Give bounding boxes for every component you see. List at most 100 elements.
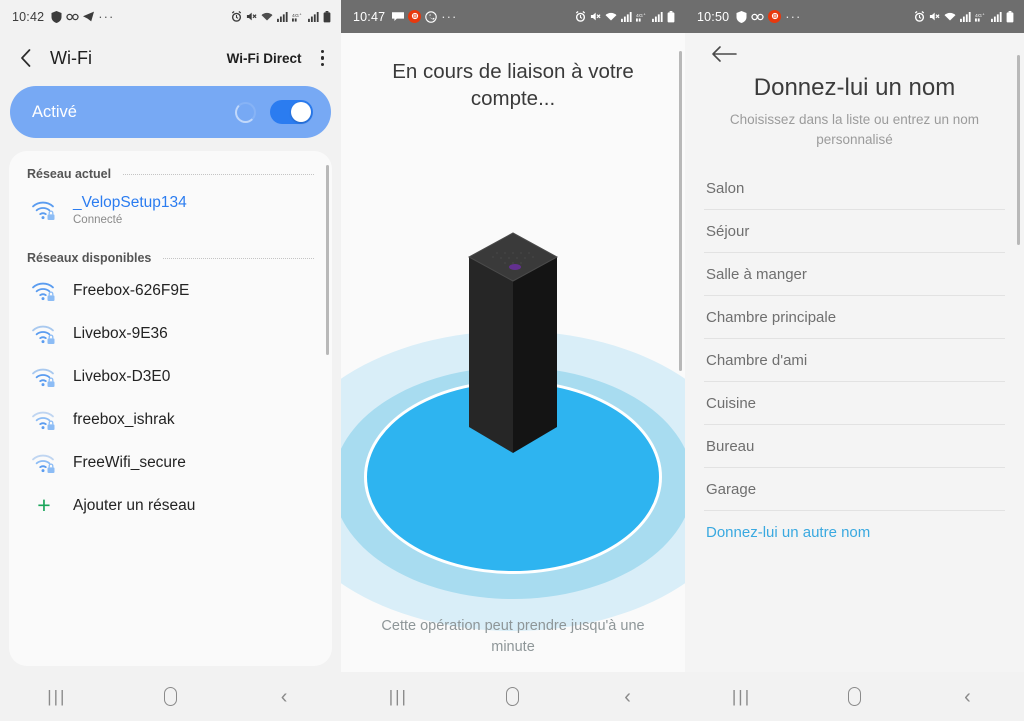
wifi-toggle-card[interactable]: Activé <box>10 86 331 138</box>
list-item[interactable]: FreeWifi_secure <box>9 441 332 484</box>
list-item[interactable]: _VelopSetup134 Connecté <box>9 185 332 235</box>
scrollbar-panel1[interactable] <box>326 165 329 355</box>
navbar-panel1: ||| ‹ <box>0 672 341 721</box>
status-time: 10:50 <box>697 9 730 24</box>
section-header-available: Réseaux disponibles <box>9 235 332 269</box>
section-header-current: Réseau actuel <box>9 151 332 185</box>
custom-name-link[interactable]: Donnez-lui un autre nom <box>704 511 1005 553</box>
back-button[interactable] <box>14 47 36 69</box>
room-name-list: Salon Séjour Salle à manger Chambre prin… <box>704 167 1005 553</box>
link-icon <box>66 12 79 22</box>
alert-badge-icon <box>768 9 782 24</box>
whatsapp-icon <box>425 10 438 23</box>
add-network-label: Ajouter un réseau <box>73 496 196 514</box>
network-list-card: Réseau actuel _VelopSetup134 Connecté Ré… <box>9 151 332 666</box>
overflow-menu-icon[interactable] <box>316 46 330 71</box>
wifi-switch[interactable] <box>270 100 313 124</box>
router-tower-icon <box>467 232 559 453</box>
name-it-body: Donnez-lui un nom Choisissez dans la lis… <box>685 33 1024 721</box>
message-icon <box>392 11 405 22</box>
section-title: Réseaux disponibles <box>27 251 152 265</box>
link-icon <box>751 12 764 22</box>
back-arrow-button[interactable] <box>685 33 1024 68</box>
section-rule <box>123 173 314 175</box>
recents-button[interactable]: ||| <box>712 672 772 721</box>
svg-text:+: + <box>982 12 984 16</box>
list-item[interactable]: Freebox-626F9E <box>9 269 332 312</box>
list-item[interactable]: Livebox-9E36 <box>9 312 332 355</box>
plus-icon: + <box>37 492 51 518</box>
wifi-lock-icon <box>27 452 61 474</box>
back-button[interactable]: ‹ <box>254 672 314 721</box>
wifi-header: Wi-Fi Wi-Fi Direct <box>0 33 341 83</box>
signal2-icon <box>991 11 1002 22</box>
shield-icon <box>51 10 62 23</box>
network-4g-icon: 4G + <box>975 11 987 22</box>
back-icon: ‹ <box>964 685 971 708</box>
page-title: Wi-Fi <box>50 47 92 68</box>
alarm-icon <box>575 11 586 22</box>
home-icon <box>506 687 520 706</box>
phone-screen-wifi-settings: 10:42 ··· 4G + Wi-Fi Wi-Fi Direct Activé… <box>0 0 341 721</box>
wifi-lock-icon <box>27 409 61 431</box>
list-item[interactable]: Salon <box>704 167 1005 210</box>
network-name: Livebox-9E36 <box>73 324 168 342</box>
wifi-lock-icon <box>27 366 61 388</box>
home-button[interactable] <box>483 672 543 721</box>
statusbar-panel2: 10:47 ··· 4G + <box>341 0 685 33</box>
recents-icon: ||| <box>731 686 752 706</box>
svg-text:+: + <box>643 12 645 16</box>
navbar-panel2: ||| ‹ <box>341 672 685 721</box>
list-item[interactable]: Salle à manger <box>704 253 1005 296</box>
list-item[interactable]: freebox_ishrak <box>9 398 332 441</box>
list-item[interactable]: Bureau <box>704 425 1005 468</box>
wifi-lock-icon <box>27 199 61 221</box>
home-button[interactable] <box>825 672 885 721</box>
signal-icon <box>277 11 288 22</box>
alert-badge-icon <box>408 9 422 24</box>
list-item[interactable]: Livebox-D3E0 <box>9 355 332 398</box>
more-dots-icon: ··· <box>785 9 802 24</box>
network-name: Freebox-626F9E <box>73 281 190 299</box>
linking-title: En cours de liaison à votre compte... <box>392 60 634 111</box>
network-name: FreeWifi_secure <box>73 453 186 471</box>
scrollbar-panel2[interactable] <box>679 51 682 371</box>
signal-icon <box>621 11 632 22</box>
section-title: Réseau actuel <box>27 167 112 181</box>
list-item[interactable]: Cuisine <box>704 382 1005 425</box>
add-network-row[interactable]: + Ajouter un réseau <box>9 484 332 527</box>
three-phone-screenshots: 10:42 ··· 4G + Wi-Fi Wi-Fi Direct Activé… <box>0 0 1024 721</box>
list-item[interactable]: Chambre d'ami <box>704 339 1005 382</box>
svg-text:4G: 4G <box>292 13 299 19</box>
status-time: 10:47 <box>353 9 386 24</box>
mute-icon <box>246 11 257 22</box>
svg-text:4G: 4G <box>636 13 643 19</box>
home-icon <box>848 687 861 706</box>
signal-icon <box>960 11 971 22</box>
mute-icon <box>929 11 940 22</box>
velop-router-illustration <box>341 181 685 681</box>
network-4g-icon: 4G + <box>636 11 648 22</box>
list-item[interactable]: Séjour <box>704 210 1005 253</box>
signal2-icon <box>652 11 663 22</box>
home-icon <box>163 687 177 706</box>
list-item[interactable]: Chambre principale <box>704 296 1005 339</box>
home-button[interactable] <box>140 672 200 721</box>
back-button[interactable]: ‹ <box>938 672 998 721</box>
scrollbar-panel3[interactable] <box>1017 55 1020 245</box>
phone-screen-name-it: 10:50 ··· 4G + Donnez-lui un nom Choisis… <box>685 0 1024 721</box>
wifi-direct-button[interactable]: Wi-Fi Direct <box>227 51 302 66</box>
recents-icon: ||| <box>388 686 408 706</box>
statusbar-panel1: 10:42 ··· 4G + <box>0 0 341 33</box>
wifi-icon <box>261 12 273 22</box>
scanning-spinner-icon <box>235 101 256 123</box>
phone-screen-linking: 10:47 ··· 4G + En cours de liaison à vot… <box>341 0 685 721</box>
recents-button[interactable]: ||| <box>368 672 428 721</box>
list-item[interactable]: Garage <box>704 468 1005 511</box>
back-button[interactable]: ‹ <box>598 672 658 721</box>
statusbar-panel3: 10:50 ··· 4G + <box>685 0 1024 33</box>
recents-button[interactable]: ||| <box>27 672 87 721</box>
status-time: 10:42 <box>12 9 45 24</box>
wifi-icon <box>605 12 617 22</box>
back-icon: ‹ <box>280 685 288 708</box>
